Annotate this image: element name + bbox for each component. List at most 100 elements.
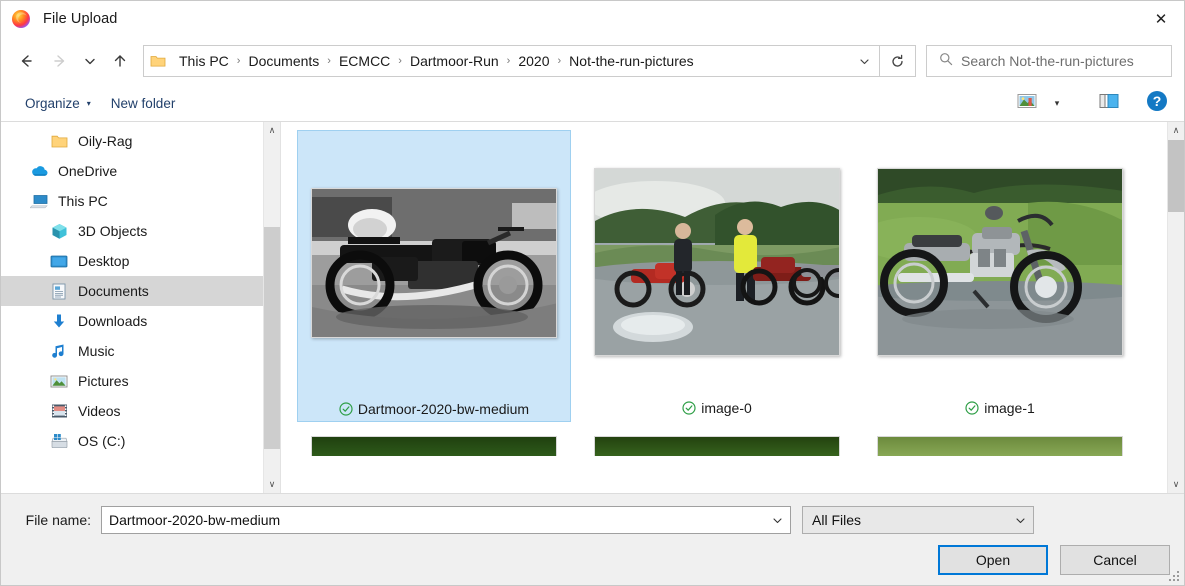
- chevron-down-icon[interactable]: [849, 46, 879, 76]
- cloud-available-check-icon: [339, 402, 353, 416]
- scrollbar-thumb[interactable]: [1168, 140, 1184, 212]
- filename-input[interactable]: Dartmoor-2020-bw-medium: [101, 506, 791, 534]
- navigation-bar: This PC › Documents › ECMCC › Dartmoor-R…: [1, 37, 1184, 85]
- file-item-name: image-1: [984, 400, 1035, 416]
- partial-thumbnail-cell: [297, 436, 571, 456]
- file-item-dartmoor-2020-bw-medium[interactable]: Dartmoor-2020-bw-medium: [297, 130, 571, 422]
- view-mode-picture-icon: [1017, 93, 1037, 114]
- sidebar-item-this-pc[interactable]: This PC: [1, 186, 280, 216]
- search-box[interactable]: Search Not-the-run-pictures: [926, 45, 1172, 77]
- dialog-footer: File name: Dartmoor-2020-bw-medium All F…: [1, 493, 1184, 585]
- preview-pane-icon: [1099, 93, 1119, 114]
- file-item-label-row: image-1: [965, 400, 1035, 416]
- dialog-body: Oily-Rag OneDrive: [1, 122, 1184, 493]
- breadcrumb-item-this-pc[interactable]: This PC: [172, 46, 236, 76]
- file-upload-dialog: File Upload ✕: [0, 0, 1185, 586]
- thumbnail-wrapper: [302, 135, 566, 391]
- this-pc-icon: [29, 191, 49, 211]
- partial-thumbnail-cell: [863, 436, 1137, 456]
- music-icon: [49, 341, 69, 361]
- file-grid: Dartmoor-2020-bw-medium: [281, 122, 1184, 422]
- thumbnail-wrapper: [867, 134, 1133, 390]
- partial-thumbnail: [877, 436, 1123, 456]
- file-type-filter-select[interactable]: All Files: [802, 506, 1034, 534]
- sidebar-item-desktop[interactable]: Desktop: [1, 246, 280, 276]
- view-mode-dropdown-button[interactable]: ▾: [1042, 90, 1072, 116]
- open-button[interactable]: Open: [938, 545, 1048, 575]
- refresh-button[interactable]: [880, 45, 916, 77]
- scrollbar-thumb[interactable]: [264, 227, 280, 449]
- file-item-image-0[interactable]: image-0: [580, 130, 854, 422]
- folder-icon: [144, 54, 172, 68]
- partial-thumbnail: [594, 436, 840, 456]
- organize-button[interactable]: Organize ▾: [15, 92, 101, 115]
- sidebar-item-pictures[interactable]: Pictures: [1, 366, 280, 396]
- file-item-name: Dartmoor-2020-bw-medium: [358, 401, 529, 417]
- breadcrumb-item-ecmcc[interactable]: ECMCC: [332, 46, 397, 76]
- partial-thumbnail-cell: [580, 436, 854, 456]
- sidebar-item-videos[interactable]: Videos: [1, 396, 280, 426]
- sidebar-item-label: Oily-Rag: [78, 133, 132, 149]
- close-icon: ✕: [1155, 10, 1168, 28]
- command-toolbar: Organize ▾ New folder ▾: [1, 85, 1184, 122]
- cancel-button-label: Cancel: [1093, 552, 1137, 568]
- scroll-down-button[interactable]: ∨: [264, 476, 280, 493]
- firefox-icon: [11, 9, 31, 29]
- address-bar[interactable]: This PC › Documents › ECMCC › Dartmoor-R…: [143, 45, 880, 77]
- sidebar-item-music[interactable]: Music: [1, 336, 280, 366]
- open-button-label: Open: [976, 552, 1010, 568]
- folder-icon: [49, 131, 69, 151]
- back-button[interactable]: [9, 44, 43, 78]
- window-title: File Upload: [43, 11, 117, 27]
- sidebar-item-label: Pictures: [78, 373, 129, 389]
- file-item-image-1[interactable]: image-1: [863, 130, 1137, 422]
- sidebar-item-oily-rag[interactable]: Oily-Rag: [1, 126, 280, 156]
- downloads-icon: [49, 311, 69, 331]
- pictures-icon: [49, 371, 69, 391]
- file-item-label-row: Dartmoor-2020-bw-medium: [339, 401, 529, 417]
- sidebar-item-label: This PC: [58, 193, 108, 209]
- svg-text:?: ?: [1153, 93, 1162, 109]
- file-grid-next-row-partial: [281, 422, 1184, 456]
- new-folder-button[interactable]: New folder: [101, 92, 186, 115]
- navigation-pane-scrollbar[interactable]: ∧ ∨: [263, 122, 280, 493]
- onedrive-icon: [29, 161, 49, 181]
- breadcrumb-item-documents[interactable]: Documents: [241, 46, 326, 76]
- filename-label: File name:: [13, 512, 91, 528]
- scroll-down-button[interactable]: ∨: [1168, 476, 1184, 493]
- partial-thumbnail: [311, 436, 557, 456]
- resize-grip[interactable]: [1169, 571, 1181, 583]
- sidebar-item-label: Documents: [78, 283, 149, 299]
- sidebar-item-documents[interactable]: Documents: [1, 276, 280, 306]
- sidebar-item-downloads[interactable]: Downloads: [1, 306, 280, 336]
- breadcrumb-item-not-the-run-pictures[interactable]: Not-the-run-pictures: [562, 46, 701, 76]
- cancel-button[interactable]: Cancel: [1060, 545, 1170, 575]
- file-type-filter-value: All Files: [812, 512, 1007, 528]
- chevron-down-icon[interactable]: [1007, 514, 1033, 527]
- scroll-up-button[interactable]: ∧: [1168, 122, 1184, 139]
- up-button[interactable]: [103, 44, 137, 78]
- preview-pane-button[interactable]: [1094, 90, 1124, 116]
- view-mode-button[interactable]: [1012, 90, 1042, 116]
- cloud-available-check-icon: [965, 401, 979, 415]
- recent-locations-button[interactable]: [77, 44, 103, 78]
- chevron-down-icon: ▾: [1055, 98, 1060, 109]
- grey-motorcycle-grass-photo: [877, 168, 1123, 356]
- documents-icon: [49, 281, 69, 301]
- breadcrumb-item-dartmoor-run[interactable]: Dartmoor-Run: [403, 46, 506, 76]
- search-input[interactable]: Search Not-the-run-pictures: [961, 53, 1134, 69]
- help-icon: ?: [1146, 90, 1168, 117]
- sidebar-item-os-c[interactable]: OS (C:): [1, 426, 280, 456]
- sidebar-item-onedrive[interactable]: OneDrive: [1, 156, 280, 186]
- forward-button[interactable]: [43, 44, 77, 78]
- close-button[interactable]: ✕: [1138, 1, 1184, 37]
- sidebar-item-3d-objects[interactable]: 3D Objects: [1, 216, 280, 246]
- breadcrumb-item-2020[interactable]: 2020: [511, 46, 556, 76]
- chevron-down-icon[interactable]: [764, 514, 790, 527]
- help-button[interactable]: ?: [1142, 90, 1172, 116]
- search-icon: [939, 52, 953, 71]
- sidebar-item-label: OS (C:): [78, 433, 125, 449]
- file-list-scrollbar[interactable]: ∧ ∨: [1167, 122, 1184, 493]
- scroll-up-button[interactable]: ∧: [264, 122, 280, 139]
- title-bar: File Upload ✕: [1, 1, 1184, 37]
